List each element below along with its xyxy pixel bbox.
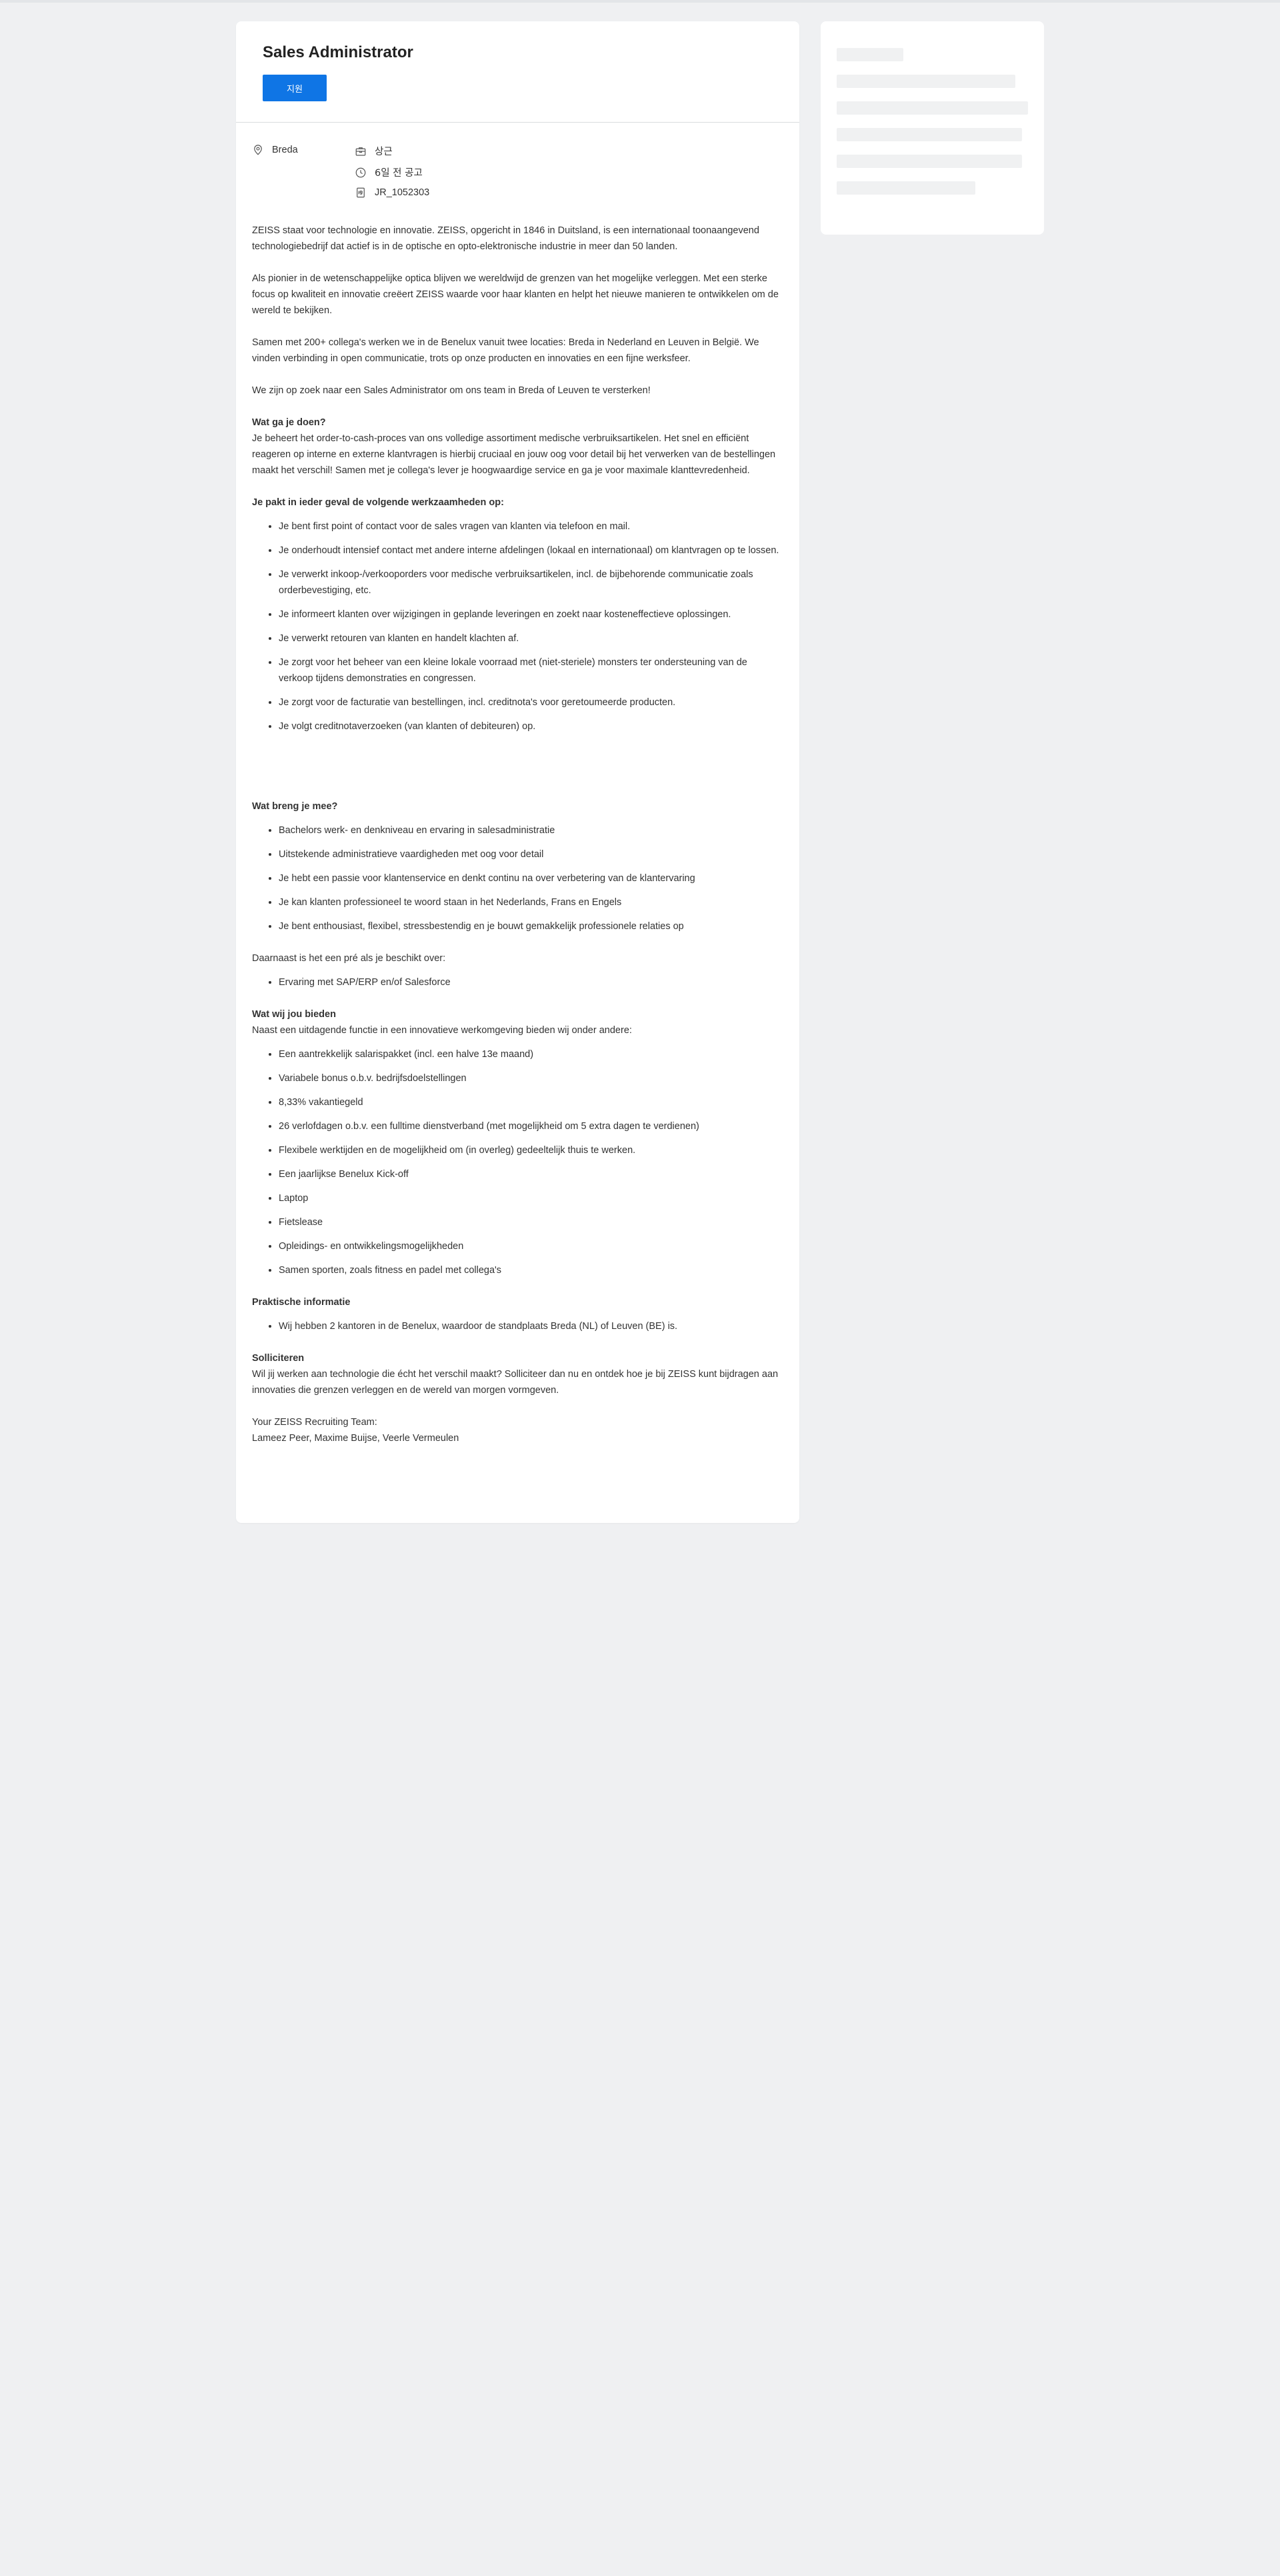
recruiting-team: Your ZEISS Recruiting Team: Lameez Peer,… <box>252 1414 782 1446</box>
section-heading-offer: Wat wij jou bieden <box>252 1009 336 1020</box>
team-line-2: Lameez Peer, Maxime Buijse, Veerle Verme… <box>252 1433 459 1444</box>
requirements-list: Bachelors werk- en denkniveau en ervarin… <box>252 822 782 934</box>
section-heading-bring: Wat breng je mee? <box>252 801 338 812</box>
job-requisition-id-text: JR_1052303 <box>375 187 430 198</box>
list-item: Een jaarlijkse Benelux Kick-off <box>279 1166 782 1182</box>
apply-paragraph: Wil jij werken aan technologie die écht … <box>252 1369 779 1396</box>
team-line-1: Your ZEISS Recruiting Team: <box>252 1417 377 1428</box>
skeleton-line <box>837 181 975 195</box>
list-item: Bachelors werk- en denkniveau en ervarin… <box>279 822 782 838</box>
plus-list: Ervaring met SAP/ERP en/of Salesforce <box>252 974 782 990</box>
job-requisition-id: JR_1052303 <box>355 187 429 199</box>
section-heading-tasks: Je pakt in ieder geval de volgende werkz… <box>252 497 504 508</box>
list-item: Je zorgt voor de facturatie van bestelli… <box>279 694 782 710</box>
intro-paragraph-2: Als pionier in de wetenschappelijke opti… <box>252 273 779 316</box>
top-border <box>0 0 1280 3</box>
section-heading-practical: Praktische informatie <box>252 1297 351 1308</box>
skeleton-line <box>837 48 903 61</box>
briefcase-icon <box>355 145 367 157</box>
list-item: Je verwerkt retouren van klanten en hand… <box>279 631 782 646</box>
job-location: Breda <box>252 144 298 156</box>
list-item: Wij hebben 2 kantoren in de Benelux, waa… <box>279 1318 782 1334</box>
list-item: Laptop <box>279 1190 782 1206</box>
list-item: Je hebt een passie voor klantenservice e… <box>279 870 782 886</box>
list-item: Je zorgt voor het beheer van een kleine … <box>279 654 782 686</box>
list-item: Samen sporten, zoals fitness en padel me… <box>279 1262 782 1278</box>
list-item: Je kan klanten professioneel te woord st… <box>279 894 782 910</box>
list-item: Uitstekende administratieve vaardigheden… <box>279 846 782 862</box>
list-item: Je onderhoudt intensief contact met ande… <box>279 543 782 559</box>
side-panel-skeleton <box>821 21 1044 235</box>
clock-icon <box>355 167 367 179</box>
skeleton-line <box>837 128 1022 141</box>
skeleton-line <box>837 75 1015 88</box>
job-posted-text: 6일 전 공고 <box>375 168 423 179</box>
list-item: Flexibele werktijden en de mogelijkheid … <box>279 1142 782 1158</box>
list-item: 26 verlofdagen o.b.v. een fulltime diens… <box>279 1118 782 1134</box>
list-item: Ervaring met SAP/ERP en/of Salesforce <box>279 974 782 990</box>
job-type: 상근 <box>355 144 393 158</box>
intro-paragraph-4: We zijn op zoek naar een Sales Administr… <box>252 385 651 396</box>
list-item: Een aantrekkelijk salarispakket (incl. e… <box>279 1046 782 1062</box>
job-description: ZEISS staat voor technologie en innovati… <box>252 223 782 1446</box>
job-header: Sales Administrator 지원 <box>236 21 799 123</box>
apply-button[interactable]: 지원 <box>263 75 327 101</box>
list-item: Variabele bonus o.b.v. bedrijfsdoelstell… <box>279 1070 782 1086</box>
intro-paragraph-3: Samen met 200+ collega's werken we in de… <box>252 337 759 364</box>
job-location-text: Breda <box>272 145 298 155</box>
intro-paragraph-1: ZEISS staat voor technologie en innovati… <box>252 225 759 252</box>
skeleton-line <box>837 101 1028 115</box>
list-item: Je bent enthousiast, flexibel, stressbes… <box>279 918 782 934</box>
map-pin-icon <box>252 144 264 156</box>
list-item: 8,33% vakantiegeld <box>279 1094 782 1110</box>
tasks-list: Je bent first point of contact voor de s… <box>252 519 782 734</box>
job-posted: 6일 전 공고 <box>355 165 423 179</box>
offer-intro: Naast een uitdagende functie in een inno… <box>252 1025 632 1036</box>
list-item: Fietslease <box>279 1214 782 1230</box>
job-type-text: 상근 <box>375 147 393 157</box>
offer-list: Een aantrekkelijk salarispakket (incl. e… <box>252 1046 782 1278</box>
section-heading-what: Wat ga je doen? <box>252 417 326 428</box>
list-item: Je informeert klanten over wijzigingen i… <box>279 607 782 623</box>
blank-spacer <box>252 750 782 798</box>
list-item: Je bent first point of contact voor de s… <box>279 519 782 535</box>
practical-list: Wij hebben 2 kantoren in de Benelux, waa… <box>252 1318 782 1334</box>
plus-intro: Daarnaast is het een pré als je beschikt… <box>252 953 446 964</box>
list-item: Opleidings- en ontwikkelingsmogelijkhede… <box>279 1238 782 1254</box>
list-item: Je volgt creditnotaverzoeken (van klante… <box>279 718 782 734</box>
skeleton-line <box>837 155 1022 168</box>
section-heading-apply: Solliciteren <box>252 1353 305 1364</box>
what-paragraph: Je beheert het order-to-cash-proces van … <box>252 433 776 476</box>
document-id-icon <box>355 187 367 199</box>
job-title: Sales Administrator <box>263 43 413 61</box>
list-item: Je verwerkt inkoop-/verkooporders voor m… <box>279 567 782 599</box>
